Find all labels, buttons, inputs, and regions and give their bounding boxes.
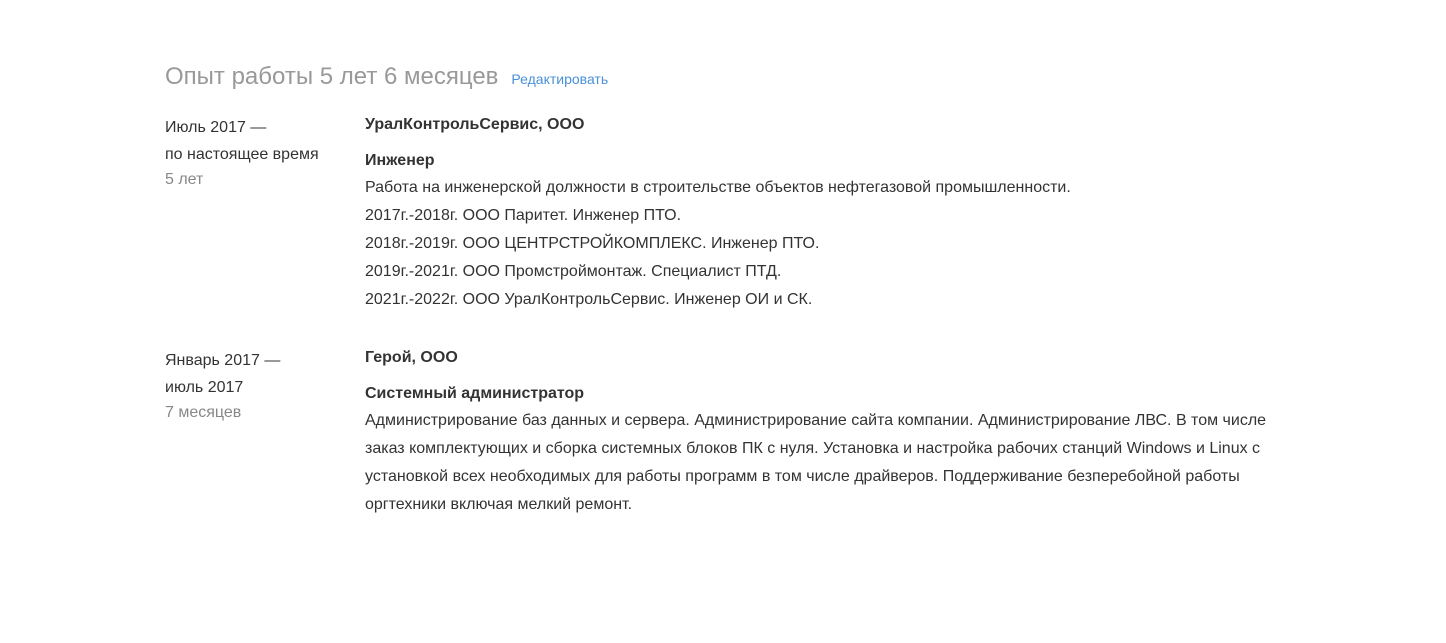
description-line: 2019г.-2021г. ООО Промстроймонтаж. Специ… [365, 263, 782, 280]
entry-description: Работа на инженерской должности в строит… [365, 174, 1325, 314]
period-duration: 5 лет [165, 171, 204, 188]
entry-details: Герой, ООО Системный администратор Админ… [365, 347, 1325, 519]
experience-entry: Январь 2017 — июль 2017 7 месяцев Герой,… [165, 347, 1325, 519]
period-duration: 7 месяцев [165, 404, 242, 421]
experience-entry: Июль 2017 — по настоящее время 5 лет Ура… [165, 114, 1325, 314]
description-line: Работа на инженерской должности в строит… [365, 179, 1071, 196]
company-name: УралКонтрольСервис, ООО [365, 116, 585, 133]
entry-details: УралКонтрольСервис, ООО Инженер Работа н… [365, 114, 1325, 314]
description-line: 2018г.-2019г. ООО ЦЕНТРСТРОЙКОМПЛЕКС. Ин… [365, 235, 820, 252]
position-title: Инженер [365, 152, 435, 169]
position-title: Системный администратор [365, 385, 585, 402]
period-end: июль 2017 [165, 379, 244, 396]
description-line: 2021г.-2022г. ООО УралКонтрольСервис. Ин… [365, 291, 813, 308]
description-line: 2017г.-2018г. ООО Паритет. Инженер ПТО. [365, 207, 682, 224]
company-name: Герой, ООО [365, 349, 458, 366]
entry-period: Июль 2017 — по настоящее время 5 лет [165, 114, 365, 314]
period-start: Январь 2017 — [165, 352, 281, 369]
entry-period: Январь 2017 — июль 2017 7 месяцев [165, 347, 365, 519]
experience-title: Опыт работы 5 лет 6 месяцев [165, 63, 499, 90]
experience-header: Опыт работы 5 лет 6 месяцев Редактироват… [165, 58, 1325, 96]
edit-experience-link[interactable]: Редактировать [511, 71, 608, 87]
period-start: Июль 2017 — [165, 119, 267, 136]
entry-description: Администрирование баз данных и сервера. … [365, 412, 1267, 513]
experience-section: Опыт работы 5 лет 6 месяцев Редактироват… [165, 58, 1325, 513]
period-end: по настоящее время [165, 146, 319, 163]
